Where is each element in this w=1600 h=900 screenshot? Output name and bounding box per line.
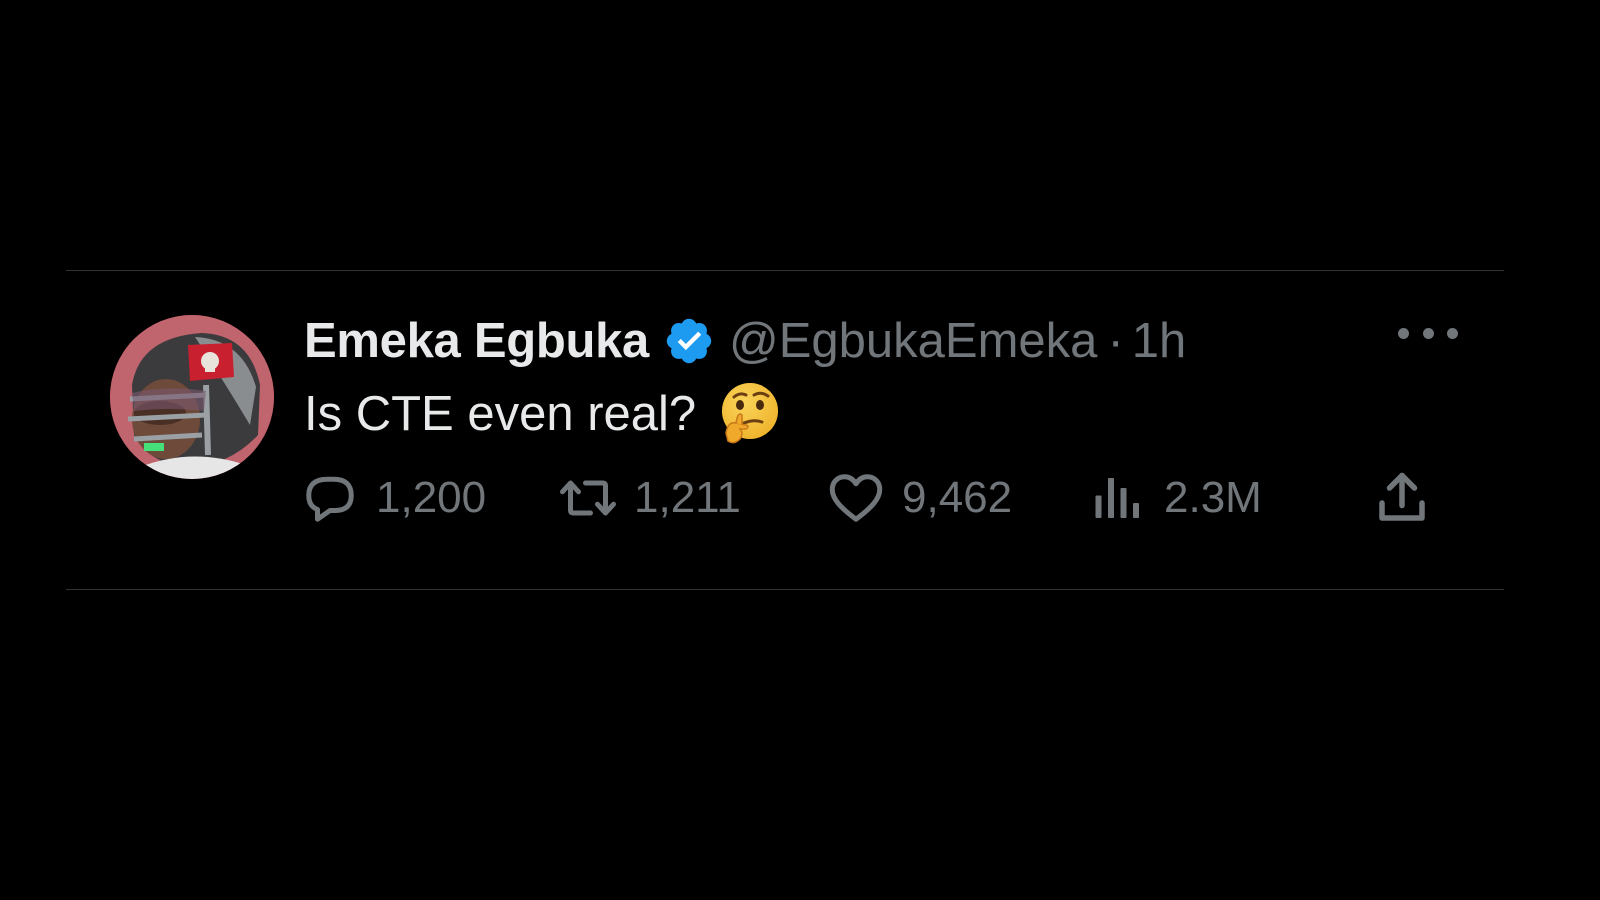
action-bar: 1,200 1,211 9,462 2.3M — [304, 463, 1464, 533]
share-button[interactable] — [1372, 463, 1432, 533]
separator-dot: · — [1107, 314, 1124, 368]
tweet-card[interactable]: Emeka Egbuka @EgbukaEmeka · 1h Is CTE ev… — [66, 271, 1504, 589]
tweet-body: Is CTE even real? — [304, 379, 782, 449]
reply-count: 1,200 — [376, 473, 487, 522]
tweet-header: Emeka Egbuka @EgbukaEmeka · 1h — [304, 311, 1186, 371]
share-icon — [1372, 468, 1432, 528]
bottom-divider — [66, 589, 1504, 590]
thinking-face-icon — [716, 381, 782, 447]
tweet-text: Is CTE even real? — [304, 387, 697, 441]
timestamp[interactable]: 1h — [1132, 313, 1187, 369]
views-button[interactable]: 2.3M — [1088, 463, 1262, 533]
reply-icon — [300, 468, 360, 528]
retweet-icon — [558, 468, 618, 528]
like-count: 9,462 — [902, 473, 1013, 522]
handle[interactable]: @EgbukaEmeka — [729, 313, 1097, 369]
retweet-count: 1,211 — [634, 473, 741, 522]
avatar[interactable] — [110, 315, 274, 479]
views-count: 2.3M — [1164, 473, 1262, 522]
more-icon[interactable] — [1398, 323, 1458, 343]
like-button[interactable]: 9,462 — [826, 463, 1012, 533]
retweet-button[interactable]: 1,211 — [558, 463, 741, 533]
tweet-screen: Emeka Egbuka @EgbukaEmeka · 1h Is CTE ev… — [0, 0, 1600, 900]
display-name[interactable]: Emeka Egbuka — [304, 313, 649, 369]
views-icon — [1088, 468, 1148, 528]
heart-icon — [826, 468, 886, 528]
verified-badge-icon — [663, 315, 715, 367]
reply-button[interactable]: 1,200 — [300, 463, 486, 533]
